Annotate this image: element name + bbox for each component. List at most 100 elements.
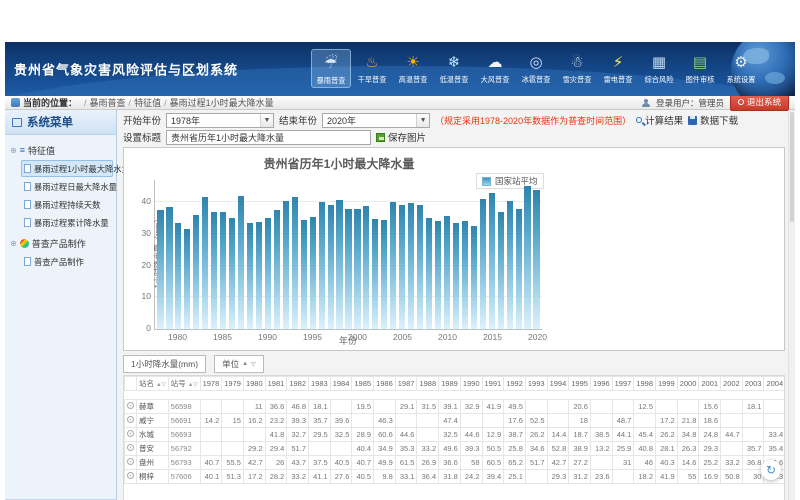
year-column-header[interactable]: 1985: [352, 377, 374, 391]
value-cell: [374, 400, 396, 414]
value-cell: 38.5: [590, 428, 612, 442]
end-year-select[interactable]: 2020年 ▼: [322, 113, 430, 128]
logout-button[interactable]: 退出系统: [730, 94, 789, 111]
station-name-cell: 盘州: [137, 456, 169, 470]
year-column-header[interactable]: 1984: [330, 377, 352, 391]
year-column-header[interactable]: 1986: [374, 377, 396, 391]
year-column-header[interactable]: 1982: [287, 377, 309, 391]
tree-item[interactable]: 暴雨过程累计降水量: [21, 214, 113, 231]
year-column-header[interactable]: 1989: [439, 377, 461, 391]
radio-button[interactable]: [127, 416, 134, 423]
vertical-scrollbar[interactable]: [788, 110, 795, 500]
year-column-header[interactable]: 1978: [200, 377, 222, 391]
radio-button[interactable]: [127, 430, 134, 437]
year-column-header[interactable]: 2003: [742, 377, 764, 391]
radio-button[interactable]: [127, 402, 134, 409]
toolbar-item-6[interactable]: ◎冰雹普查: [516, 49, 556, 88]
table-row: 赫章565981136.646.818.119.529.131.539.132.…: [125, 400, 786, 414]
chart-title-input[interactable]: [166, 130, 371, 145]
save-image-button[interactable]: 保存图片: [376, 130, 426, 144]
sort-icon[interactable]: ▲▽: [156, 382, 166, 388]
radio-cell[interactable]: [125, 428, 137, 442]
value-cell: 47.4: [439, 414, 461, 428]
year-column-header[interactable]: 1994: [547, 377, 569, 391]
unit-dropdown[interactable]: 单位 ▲ ▽: [214, 355, 264, 373]
station-name-cell: 普安: [137, 442, 169, 456]
chart-bar: [533, 190, 539, 329]
data-download-button[interactable]: 数据下载: [688, 113, 738, 127]
radio-cell[interactable]: [125, 414, 137, 428]
measure-chip[interactable]: 1小时降水量(mm): [123, 355, 206, 373]
year-column-header[interactable]: 1996: [590, 377, 612, 391]
radio-button[interactable]: [127, 472, 134, 479]
year-column-header[interactable]: 1999: [656, 377, 678, 391]
toolbar-item-11[interactable]: ⚙系统设置: [721, 49, 761, 88]
chart-bar: [301, 220, 307, 329]
station-id-header[interactable]: 站号 ▲▽: [168, 377, 200, 391]
calc-result-button[interactable]: 计算结果: [636, 113, 683, 127]
year-column-header[interactable]: 1995: [569, 377, 591, 391]
radio-button[interactable]: [127, 458, 134, 465]
value-cell: 25.8: [504, 442, 526, 456]
year-column-header[interactable]: 2004: [764, 377, 785, 391]
radio-cell[interactable]: [125, 470, 137, 484]
sidebar-tree: ⊕≡特征值暴雨过程1小时最大降水量暴雨过程日最大降水量暴雨过程持续天数暴雨过程累…: [5, 135, 116, 500]
scrollbar-thumb[interactable]: [790, 112, 794, 222]
toolbar-item-7[interactable]: ☃雪灾普查: [557, 49, 597, 88]
value-cell: [200, 400, 222, 414]
value-cell: [742, 414, 764, 428]
year-column-header[interactable]: 1991: [482, 377, 504, 391]
toolbar-icon-3: ☀: [401, 51, 425, 73]
toolbar-item-5[interactable]: ☁大风普查: [475, 49, 515, 88]
year-column-header[interactable]: 2002: [721, 377, 743, 391]
tree-item[interactable]: 普查产品制作: [21, 253, 113, 270]
radio-button[interactable]: [127, 444, 134, 451]
value-cell: [612, 470, 634, 484]
value-cell: 61.5: [395, 456, 417, 470]
tree-group-header-0[interactable]: ⊕≡特征值: [8, 142, 113, 159]
tree-item[interactable]: 暴雨过程持续天数: [21, 196, 113, 213]
bars-container: [155, 180, 542, 329]
toolbar-item-1[interactable]: ☔暴雨普查: [311, 49, 351, 88]
year-column-header[interactable]: 1998: [634, 377, 656, 391]
table-row: 威宁5669114.21516.223.239.335.739.646.347.…: [125, 414, 786, 428]
year-column-header[interactable]: 1987: [395, 377, 417, 391]
breadcrumb-item[interactable]: 特征值: [134, 98, 161, 108]
year-column-header[interactable]: 1980: [243, 377, 265, 391]
tree-item[interactable]: 暴雨过程日最大降水量: [21, 178, 113, 195]
year-column-header[interactable]: 1993: [525, 377, 547, 391]
year-column-header[interactable]: 1981: [265, 377, 287, 391]
year-column-header[interactable]: 1988: [417, 377, 439, 391]
toolbar-item-8[interactable]: ⚡雷电普查: [598, 49, 638, 88]
year-column-header[interactable]: 2001: [699, 377, 721, 391]
tree-item[interactable]: 暴雨过程1小时最大降水量: [21, 160, 113, 177]
radio-cell[interactable]: [125, 400, 137, 414]
breadcrumb-item[interactable]: 暴雨普查: [90, 98, 126, 108]
sort-icon[interactable]: ▲▽: [188, 382, 198, 388]
refresh-button[interactable]: ↻: [761, 460, 781, 480]
value-cell: [330, 400, 352, 414]
toolbar-label: 雷电普查: [604, 75, 633, 85]
toolbar-item-9[interactable]: ▦综合风险: [639, 49, 679, 88]
start-year-select[interactable]: 1978年 ▼: [166, 113, 274, 128]
value-cell: 33.2: [721, 456, 743, 470]
toolbar-item-2[interactable]: ♨干旱普查: [352, 49, 392, 88]
table-row: 桐梓5760640.151.317.228.233.241.127.640.59…: [125, 470, 786, 484]
radio-cell[interactable]: [125, 456, 137, 470]
station-name-header[interactable]: 站名 ▲▽: [137, 377, 169, 391]
year-column-header[interactable]: 1992: [504, 377, 526, 391]
year-column-header[interactable]: 1979: [222, 377, 244, 391]
breadcrumb-item[interactable]: 暴雨过程1小时最大降水量: [170, 98, 274, 108]
toolbar-item-10[interactable]: ▤图件审核: [680, 49, 720, 88]
year-column-header[interactable]: 1990: [460, 377, 482, 391]
value-cell: [352, 414, 374, 428]
year-column-header[interactable]: 1983: [309, 377, 331, 391]
year-column-header[interactable]: 1997: [612, 377, 634, 391]
radio-cell[interactable]: [125, 442, 137, 456]
year-column-header[interactable]: 2000: [677, 377, 699, 391]
value-cell: 40.7: [200, 456, 222, 470]
toolbar-item-3[interactable]: ☀高温普查: [393, 49, 433, 88]
tree-group-header-1[interactable]: ⊕普查产品制作: [8, 235, 113, 252]
toolbar-item-4[interactable]: ❄低温普查: [434, 49, 474, 88]
toolbar-label: 图件审核: [686, 75, 715, 85]
